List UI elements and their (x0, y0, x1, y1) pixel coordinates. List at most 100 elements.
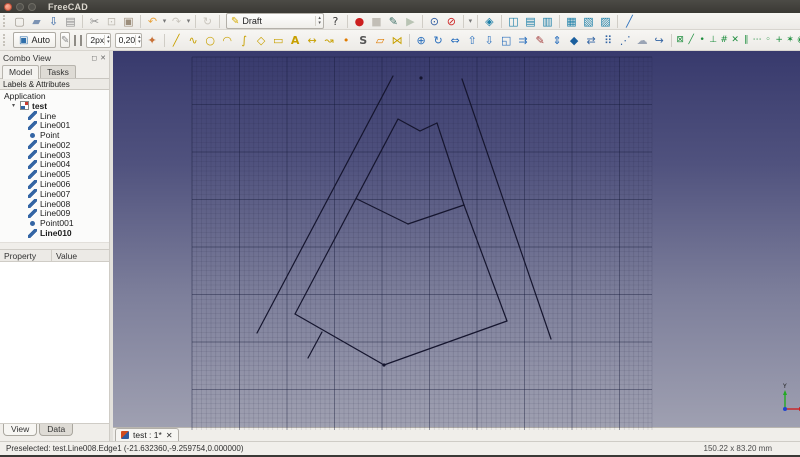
draft-path-array-icon[interactable]: ⋰ (618, 33, 633, 48)
draft-upgrade-icon[interactable]: ⇧ (465, 33, 480, 48)
dock-close-button[interactable]: ✕ (100, 54, 106, 62)
paste-icon[interactable]: ▣ (121, 14, 136, 29)
tree-item-line001[interactable]: Line001 (0, 120, 109, 130)
draft-wire-icon[interactable]: ∿ (186, 33, 201, 48)
draft-line-icon[interactable]: ╱ (169, 33, 184, 48)
draft-text-icon[interactable]: A (288, 33, 303, 48)
point-vertex[interactable] (419, 76, 423, 80)
draft-polygon-icon[interactable]: ◇ (254, 33, 269, 48)
draft-rotate-icon[interactable]: ↻ (431, 33, 446, 48)
macro-edit-icon[interactable]: ✎ (386, 14, 401, 29)
draft-arc-icon[interactable]: ◠ (220, 33, 235, 48)
snap-special-icon[interactable]: ✶ (785, 34, 796, 47)
draft-move-icon[interactable]: ⊕ (414, 33, 429, 48)
draft-canvas[interactable]: XY (113, 51, 800, 430)
refresh-icon[interactable]: ↻ (200, 14, 215, 29)
draft-stretch-icon[interactable]: ⇕ (550, 33, 565, 48)
draft-downgrade-icon[interactable]: ⇩ (482, 33, 497, 48)
workbench-selector[interactable]: ✎ Draft ▴ ▾ (226, 13, 324, 29)
spin-steppers[interactable]: ▴ ▾ (135, 35, 141, 45)
tree-item-line003[interactable]: Line003 (0, 150, 109, 160)
tree-item-line002[interactable]: Line002 (0, 140, 109, 150)
view-top-icon[interactable]: ▤ (523, 14, 538, 29)
scale-spinbox[interactable]: 0,20 ▴ ▾ (114, 32, 142, 48)
macro-play-icon[interactable]: ▶ (403, 14, 418, 29)
view-bottom-icon[interactable]: ▧ (581, 14, 596, 29)
document-tab-close-icon[interactable]: ✕ (166, 431, 173, 440)
copy-icon[interactable]: ⊡ (104, 14, 119, 29)
tree-item-application[interactable]: Application (0, 91, 109, 101)
draft-point-icon[interactable]: • (339, 33, 354, 48)
snap-extension-icon[interactable]: ⋯ (752, 34, 763, 47)
view-axonometric-icon[interactable]: ◈ (482, 14, 497, 29)
property-table-body[interactable] (0, 262, 109, 424)
draft-dimension-icon[interactable]: ↔ (305, 33, 320, 48)
tab-model[interactable]: Model (2, 65, 40, 79)
draft-trimex-icon[interactable]: ⇉ (516, 33, 531, 48)
undo-menu-caret-icon[interactable]: ▾ (161, 17, 168, 25)
toolbar-drag-handle[interactable] (3, 15, 8, 27)
tree-item-line007[interactable]: Line007 (0, 189, 109, 199)
value-column-header[interactable]: Value (52, 251, 109, 261)
tab-view[interactable]: View (3, 424, 38, 436)
apply-style-button[interactable]: ✦ (145, 33, 160, 48)
macro-record-icon[interactable]: ● (352, 14, 367, 29)
view-left-icon[interactable]: ▨ (598, 14, 613, 29)
draft-to-sketch-icon[interactable]: ⇄ (584, 33, 599, 48)
draft-scale-icon[interactable]: ◱ (499, 33, 514, 48)
draft-circle-icon[interactable]: ○ (203, 33, 218, 48)
snap-midpoint-icon[interactable]: • (697, 34, 708, 47)
line-width-spinbox[interactable]: 2px ▴ ▾ (86, 32, 111, 48)
draft-bezier-icon[interactable]: ↝ (322, 33, 337, 48)
whats-this-icon[interactable]: ? (328, 14, 343, 29)
window-minimize-button[interactable] (16, 2, 24, 11)
tab-tasks[interactable]: Tasks (40, 65, 76, 78)
snap-endpoint-icon[interactable]: ╱ (686, 34, 697, 47)
inner-right-upper-line[interactable] (436, 122, 465, 206)
style-button[interactable]: ✎ (59, 32, 71, 48)
print-icon[interactable]: ▤ (63, 14, 78, 29)
snap-grid-icon[interactable]: # (719, 34, 730, 47)
cut-icon[interactable]: ✂ (87, 14, 102, 29)
save-file-icon[interactable]: ⇩ (46, 14, 61, 29)
snap-ortho-icon[interactable]: + (774, 34, 785, 47)
panel-splitter[interactable] (0, 242, 109, 249)
draft-offset-icon[interactable]: ⇔ (448, 33, 463, 48)
draft-clone-icon[interactable]: ☁ (635, 33, 650, 48)
abort-operation-icon[interactable]: ⊘ (444, 14, 459, 29)
view-rear-icon[interactable]: ▦ (564, 14, 579, 29)
draft-array-icon[interactable]: ⠿ (601, 33, 616, 48)
draft-add-to-group-icon[interactable]: ↪ (652, 33, 667, 48)
expander-icon[interactable]: ▾ (10, 102, 17, 109)
redo-icon[interactable]: ↷ (169, 14, 184, 29)
tree-item-test[interactable]: ▾ test (0, 101, 109, 111)
draft-bspline-icon[interactable]: ∫ (237, 33, 252, 48)
tree-item-line006[interactable]: Line006 (0, 179, 109, 189)
snap-parallel-icon[interactable]: ∥ (741, 34, 752, 47)
undo-icon[interactable]: ↶ (145, 14, 160, 29)
tree-item-point[interactable]: Point (0, 130, 109, 140)
snap-intersection-icon[interactable]: ✕ (730, 34, 741, 47)
window-close-button[interactable] (4, 2, 12, 11)
point001-vertex[interactable] (382, 363, 386, 367)
draft-shapestring-icon[interactable]: S (356, 33, 371, 48)
working-plane-auto-button[interactable]: ▣ Auto (13, 32, 56, 48)
3d-viewport[interactable]: XY (113, 51, 800, 430)
spin-steppers[interactable]: ▴ ▾ (104, 35, 110, 45)
tree-item-line010[interactable]: Line010 (0, 228, 109, 238)
combo-steppers[interactable]: ▴ ▾ (315, 16, 321, 26)
snap-lock-icon[interactable]: ⊠ (675, 34, 686, 47)
vee-right-line[interactable] (407, 204, 465, 225)
snap-center-icon[interactable]: ◉ (796, 34, 800, 47)
macro-stop-icon[interactable]: ■ (369, 14, 384, 29)
toolbar-extension-caret-icon[interactable]: ▾ (467, 17, 474, 25)
tree-item-line009[interactable]: Line009 (0, 208, 109, 218)
tree-item-line004[interactable]: Line004 (0, 159, 109, 169)
measure-distance-icon[interactable]: ╱ (622, 14, 637, 29)
stray-line[interactable] (307, 331, 323, 359)
search-in-document-icon[interactable]: ⊙ (427, 14, 442, 29)
tree-item-line008[interactable]: Line008 (0, 199, 109, 209)
property-column-header[interactable]: Property (0, 250, 52, 261)
tab-data[interactable]: Data (39, 424, 74, 436)
tree-item-line[interactable]: Line (0, 111, 109, 121)
